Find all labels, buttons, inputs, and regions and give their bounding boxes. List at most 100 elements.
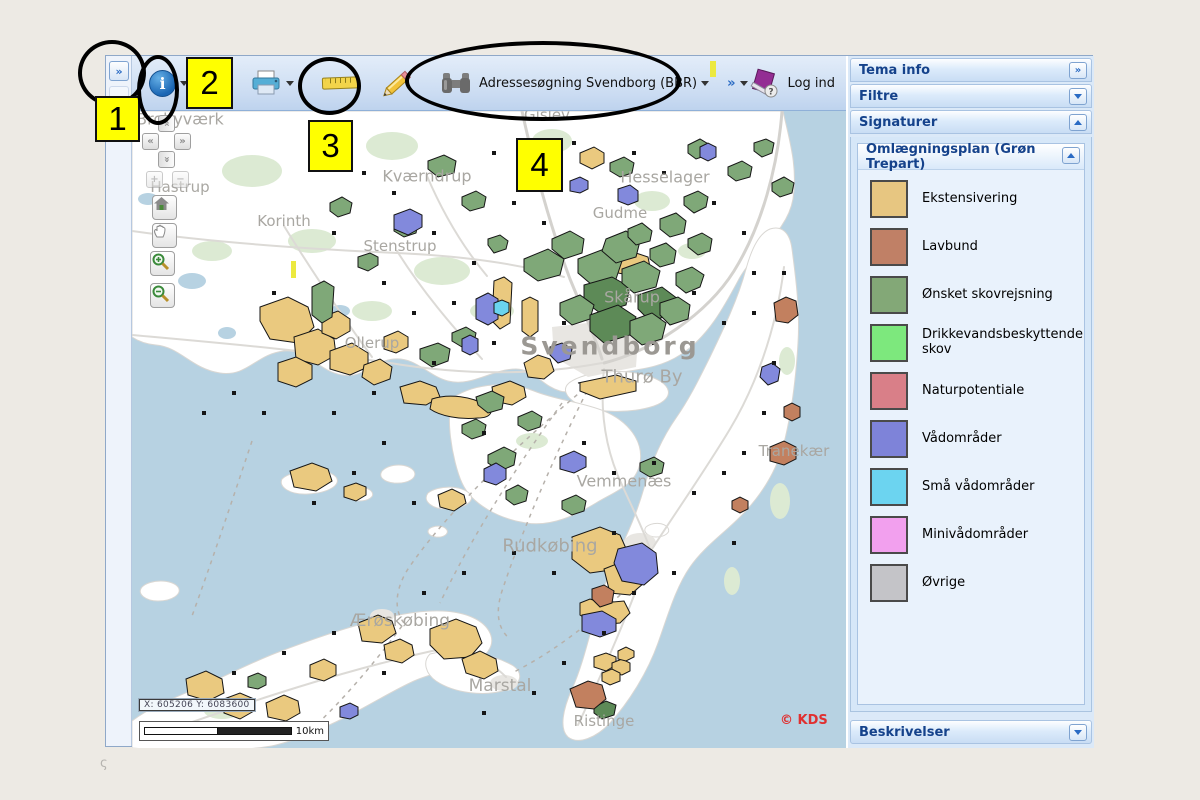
pan-tool-button[interactable]: [152, 223, 177, 248]
pan-left-button[interactable]: «: [142, 133, 159, 150]
legend-item: Små vådområder: [870, 468, 1084, 506]
signature-group-title: Omlægningsplan (Grøn Trepart): [866, 142, 1084, 172]
legend-swatch: [870, 276, 908, 314]
chevron-up-icon: [1074, 120, 1082, 125]
chevron-up-icon: [1067, 153, 1075, 158]
more-tools-button[interactable]: »: [727, 76, 747, 91]
legend-swatch: [870, 468, 908, 506]
map-canvas[interactable]: .land{fill:#ffffff;stroke:#d9d7d3;stroke…: [132, 111, 846, 748]
legend-swatch: [870, 516, 908, 554]
hand-icon: [153, 224, 167, 238]
coordinate-readout: X: 605206 Y: 6083600: [139, 699, 255, 711]
legend-label: Lavbund: [922, 240, 978, 255]
zoom-out-icon: [151, 284, 170, 303]
panel-header-filtre[interactable]: Filtre: [850, 84, 1092, 108]
binoculars-icon: [441, 71, 471, 95]
panel-header-tema-info[interactable]: Tema info »: [850, 58, 1092, 82]
signature-group: Omlægningsplan (Grøn Trepart) Ekstensive…: [857, 143, 1085, 705]
svg-text:?: ?: [768, 88, 773, 98]
info-dropdown-arrow[interactable]: [180, 81, 188, 86]
panel-title: Signaturer: [859, 115, 937, 130]
left-panel-secondary-button[interactable]: [109, 86, 129, 104]
legend-swatch: [870, 372, 908, 410]
home-icon: [153, 196, 170, 211]
more-tools-dropdown-arrow[interactable]: [740, 81, 748, 86]
legend-item: Ekstensivering: [870, 180, 1084, 218]
info-icon[interactable]: i: [149, 70, 176, 97]
legend-swatch: [870, 420, 908, 458]
legend-item: Øvrige: [870, 564, 1084, 602]
legend-label: Øvrige: [922, 576, 965, 591]
signature-group-collapse-button[interactable]: [1062, 147, 1080, 164]
signaturer-collapse-button[interactable]: [1069, 114, 1087, 131]
more-tools-icon: »: [727, 76, 735, 91]
legend-item: Naturpotentiale: [870, 372, 1084, 410]
legend-label: Drikkevandsbeskyttende skov: [922, 328, 1084, 358]
login-button[interactable]: ? Log ind: [748, 68, 835, 98]
right-sidebar: Tema info » Filtre Signaturer Omlægnings…: [846, 56, 1094, 748]
panel-title: Tema info: [859, 63, 930, 78]
tema-info-expand-button[interactable]: »: [1069, 62, 1087, 79]
login-book-icon: ?: [748, 68, 780, 98]
scale-bar: 10km: [139, 721, 329, 741]
legend-swatch: [870, 228, 908, 266]
panel-header-signaturer[interactable]: Signaturer: [850, 110, 1092, 134]
scale-bar-segment: [218, 727, 292, 735]
divider: [106, 112, 131, 113]
zoom-in-tool-button[interactable]: [150, 251, 175, 276]
pan-right-button[interactable]: »: [174, 133, 191, 150]
legend-label: Vådområder: [922, 432, 1002, 447]
draw-tool-button[interactable]: [381, 68, 415, 98]
ruler-icon: [322, 76, 359, 89]
collapsed-left-panel: »: [106, 56, 132, 746]
legend-item: Vådområder: [870, 420, 1084, 458]
legend-swatch: [870, 324, 908, 362]
highlight-tick: [710, 61, 716, 77]
info-tool-button[interactable]: i: [132, 70, 188, 97]
printer-icon: [250, 70, 282, 96]
print-dropdown-arrow[interactable]: [286, 81, 294, 86]
scale-bar-segment: [144, 727, 218, 735]
signatures-panel-body: Omlægningsplan (Grøn Trepart) Ekstensive…: [850, 137, 1092, 712]
legend-item: Ønsket skovrejsning: [870, 276, 1084, 314]
panel-title: Beskrivelser: [859, 725, 950, 740]
legend-list: Ekstensivering Lavbund Ønsket skovrejsning…: [858, 170, 1084, 602]
pan-down-button[interactable]: »: [158, 151, 175, 168]
legend-label: Naturpotentiale: [922, 384, 1024, 399]
stray-mark: ς: [100, 756, 108, 771]
measure-tool-button[interactable]: [322, 77, 359, 89]
signature-group-header[interactable]: Omlægningsplan (Grøn Trepart): [858, 144, 1084, 170]
legend-swatch: [870, 564, 908, 602]
panel-header-beskrivelser[interactable]: Beskrivelser: [850, 720, 1092, 744]
pencil-icon: [381, 68, 415, 98]
expand-left-panel-button[interactable]: »: [109, 61, 129, 81]
beskrivelser-collapse-button[interactable]: [1069, 724, 1087, 741]
address-search-dropdown-arrow[interactable]: [701, 81, 709, 86]
pan-up-button[interactable]: «: [158, 115, 175, 132]
scale-label: 10km: [296, 726, 324, 737]
legend-item: Lavbund: [870, 228, 1084, 266]
highlight-tick: [291, 261, 296, 278]
print-tool-button[interactable]: [250, 70, 294, 96]
legend-label: Ønsket skovrejsning: [922, 288, 1053, 303]
map-graphics: .land{fill:#ffffff;stroke:#d9d7d3;stroke…: [132, 111, 846, 748]
legend-label: Små vådområder: [922, 480, 1034, 495]
filtre-collapse-button[interactable]: [1069, 88, 1087, 105]
address-search-label: Adressesøgning Svendborg (BBR): [479, 76, 697, 91]
map-application-window: » i: [105, 55, 1093, 747]
legend-item: Drikkevandsbeskyttende skov: [870, 324, 1084, 362]
main-toolbar: i: [132, 56, 846, 111]
map-attribution: © KDS: [780, 713, 828, 728]
login-label: Log ind: [788, 76, 835, 91]
legend-label: Minivådområder: [922, 528, 1028, 543]
zoom-minus-button[interactable]: −: [172, 171, 189, 188]
zoom-out-tool-button[interactable]: [150, 283, 175, 308]
zoom-plus-button[interactable]: +: [146, 171, 163, 188]
legend-item: Minivådområder: [870, 516, 1084, 554]
home-extent-button[interactable]: [152, 195, 177, 220]
zoom-in-icon: [151, 252, 170, 271]
address-search-button[interactable]: Adressesøgning Svendborg (BBR): [441, 71, 709, 95]
chevron-down-icon: [1074, 730, 1082, 735]
panel-title: Filtre: [859, 89, 898, 104]
chevron-down-icon: [1074, 94, 1082, 99]
